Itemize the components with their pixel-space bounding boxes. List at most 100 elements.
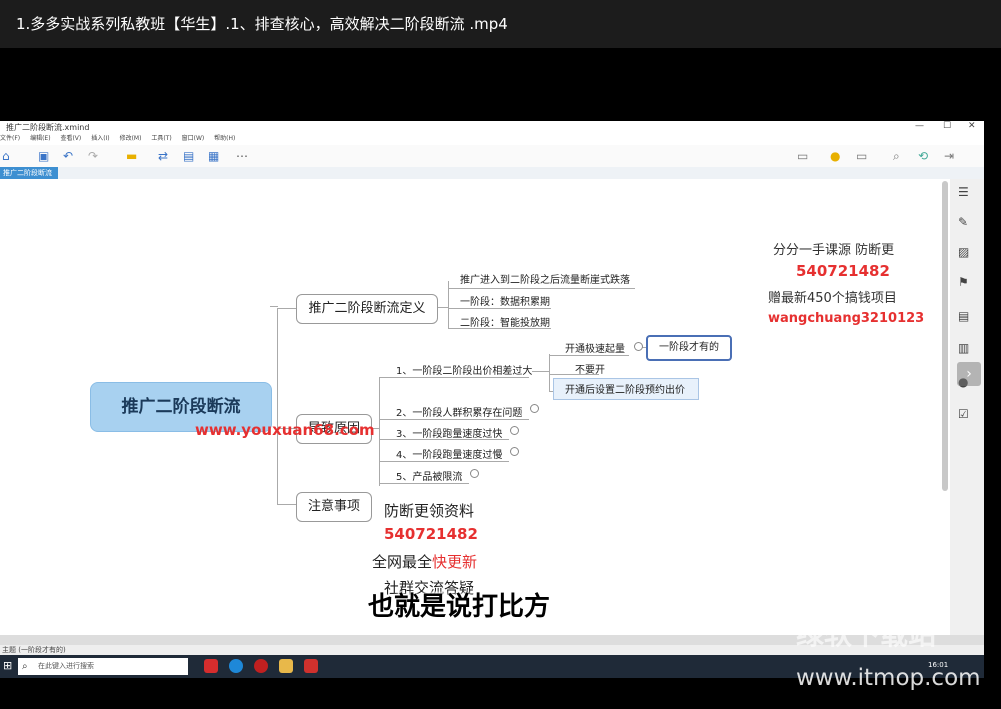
status-text: 主题 (一阶段才有的) [2,646,66,654]
collapse-icon[interactable] [470,469,479,478]
connector [379,419,529,420]
folder-icon[interactable] [279,659,293,673]
connector [379,377,380,486]
export-icon[interactable]: ⇥ [944,149,954,163]
save-icon[interactable]: ▣ [38,149,49,163]
connector [438,307,448,308]
presentation-icon[interactable]: ▭ [797,149,808,163]
outline-icon[interactable]: ☰ [958,185,969,199]
flag-icon[interactable]: ⚑ [958,275,969,289]
task-icon[interactable]: ☑ [958,407,969,421]
collapse-icon[interactable] [510,426,519,435]
promo-left-line3: 全网最全快更新 [372,551,477,572]
leaf-sub-2[interactable]: 不要开 [575,361,605,376]
taskbar-search[interactable]: ⌕ 在此键入进行搜索 [18,658,188,675]
connector [270,306,278,307]
windows-start-icon[interactable]: ⊞ [3,659,12,672]
collapse-icon[interactable] [510,447,519,456]
format-icon[interactable]: ✎ [958,215,968,229]
wps-icon[interactable] [204,659,218,673]
chevron-right-icon[interactable]: › [957,362,981,386]
notes-icon[interactable]: ▤ [958,309,969,323]
promo-left-line3-part1: 全网最全 [372,553,433,571]
menu-view[interactable]: 查看(V) [60,135,81,142]
taskbar-search-text: 在此键入进行搜索 [38,662,94,670]
leaf-definition-3[interactable]: 二阶段：智能投放期 [460,314,550,329]
menu-tools[interactable]: 工具(T) [151,135,171,142]
connector [379,461,509,462]
tab-mindmap[interactable]: 推广二阶段断流 ✕ [0,167,58,189]
leaf-sub-1[interactable]: 开通极速起量 [565,340,625,355]
menu-file[interactable]: 文件(F) [0,135,20,142]
connector [379,377,529,378]
promo-right-line1: 分分一手课源 防断更 [773,243,895,258]
promo-right-line4: wangchuang3210123 [768,311,925,326]
relationship-icon[interactable]: ⇄ [158,149,168,163]
leaf-cause-5[interactable]: 5、产品被限流 [396,468,462,483]
close-icon[interactable]: ✕ [968,121,976,131]
summary-icon[interactable]: ▦ [208,149,219,163]
boundary-icon[interactable]: ▤ [183,149,194,163]
connector [277,308,296,309]
root-topic-label: 推广二阶段断流 [121,397,241,417]
recorder-icon[interactable] [254,659,268,673]
connector [277,504,296,505]
promo-left-line3-part2: 快更新 [432,553,478,571]
leaf-sub-3[interactable]: 开通后设置二阶段预约出价 [565,381,685,396]
search-icon: ⌕ [22,661,28,672]
topic-notes[interactable]: 注意事项 [296,492,372,522]
promo-left-line2: 540721482 [384,525,478,543]
collapse-icon[interactable] [530,404,539,413]
topic-label: 注意事项 [307,499,360,514]
lightbulb-icon[interactable]: ● [830,149,840,163]
leaf-definition-1[interactable]: 推广进入到二阶段之后流量断崖式跌落 [460,271,630,286]
share-icon[interactable]: ⟲ [918,149,928,163]
topic-icon[interactable]: ▬ [126,149,137,163]
highlight-topic[interactable]: 一阶段才有的 [646,335,732,361]
more-icon[interactable]: ⋯ [236,149,248,163]
topic-label: 推广二阶段断流定义 [308,301,426,316]
maximize-icon[interactable]: ☐ [943,121,951,131]
layout-icon[interactable]: ▭ [856,149,867,163]
home-icon[interactable]: ⌂ [2,149,10,163]
topic-definition[interactable]: 推广二阶段断流定义 [296,294,438,324]
vertical-scrollbar[interactable] [942,181,948,491]
image-icon[interactable]: ▨ [958,245,969,259]
promo-right-line2: 540721482 [796,262,890,280]
connector [532,371,549,372]
promo-right-line3: 赠最新450个搞钱项目 [768,291,897,306]
connector [549,354,550,391]
minimize-icon[interactable]: — [915,121,924,131]
toolbar: ⌂ ▣ ↶ ↷ ▬ ⇄ ▤ ▦ ⋯ ▭ ● ▭ ⌕ ⟲ ⇥ [0,145,984,168]
connector [448,288,635,289]
edge-icon[interactable] [229,659,243,673]
app-title-bar: 推广二阶段断流.xmind — ☐ ✕ [0,121,984,133]
menu-modify[interactable]: 修改(M) [120,135,142,142]
zoom-icon[interactable]: ⌕ [893,149,900,164]
leaf-cause-4[interactable]: 4、一阶段跑量速度过慢 [396,446,502,461]
connector [448,308,551,309]
menu-edit[interactable]: 编辑(E) [30,135,50,142]
leaf-cause-2[interactable]: 2、一阶段人群积累存在问题 [396,404,522,419]
app-title: 推广二阶段断流.xmind [6,123,90,132]
tab-label: 推广二阶段断流 [3,169,52,177]
connector [549,355,629,356]
tab-bar: 推广二阶段断流 ✕ [0,167,984,189]
video-title-bar: 1.多多实战系列私教班【华生】.1、排查核心，高效解决二阶段断流 .mp4 [0,0,1001,48]
leaf-cause-3[interactable]: 3、一阶段跑量速度过快 [396,425,502,440]
menu-insert[interactable]: 插入(I) [91,135,109,142]
leaf-cause-1[interactable]: 1、一阶段二阶段出价相差过大 [396,362,532,377]
redo-icon[interactable]: ↷ [88,149,98,163]
undo-icon[interactable]: ↶ [63,149,73,163]
menu-window[interactable]: 窗口(W) [182,135,205,142]
connector [277,308,278,504]
xmind-icon[interactable] [304,659,318,673]
watermark-logo: 绿软下载站 [796,618,937,651]
leaf-definition-2[interactable]: 一阶段：数据积累期 [460,293,550,308]
collapse-icon[interactable] [634,342,643,351]
menu-help[interactable]: 帮助(H) [214,135,235,142]
menu-bar: 文件(F) 编辑(E) 查看(V) 插入(I) 修改(M) 工具(T) 窗口(W… [0,133,984,143]
right-sidebar: ☰ ✎ ▨ ⚑ ▤ ▥ ● ☑ [950,179,984,678]
document-icon[interactable]: ▥ [958,341,969,355]
site-watermark: www.youxuan68.com [195,421,375,439]
